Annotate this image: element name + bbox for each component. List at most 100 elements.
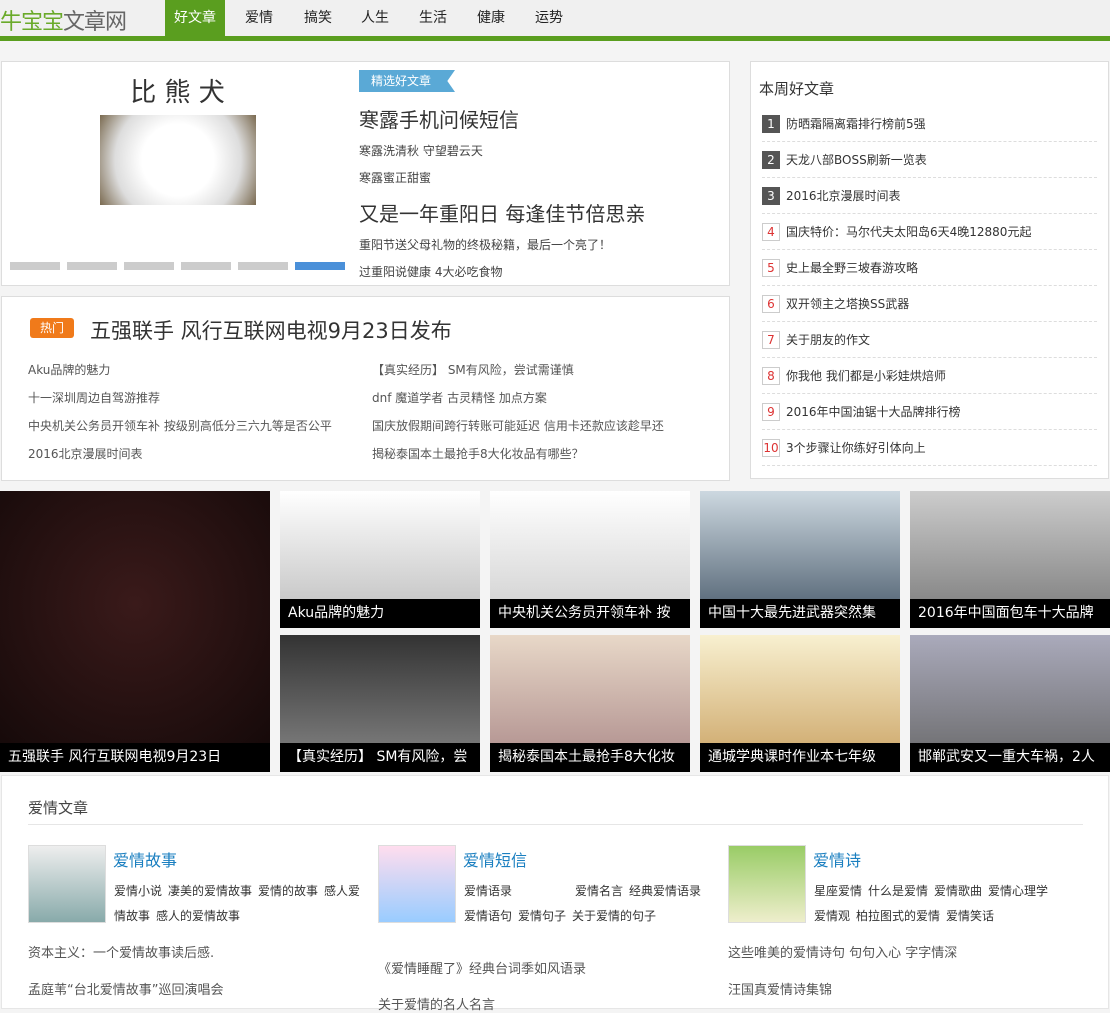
weekly-item[interactable]: 9 2016年中国油锯十大品牌排行榜 bbox=[762, 394, 1097, 430]
rank-number: 7 bbox=[762, 331, 780, 349]
slider-dot[interactable] bbox=[181, 262, 231, 270]
article-link[interactable]: 孟庭苇“台北爱情故事”巡回演唱会 bbox=[28, 979, 223, 998]
tile-caption: 五强联手 风行互联网电视9月23日 bbox=[0, 743, 270, 772]
slider-dot[interactable] bbox=[124, 262, 174, 270]
link[interactable]: 过重阳说健康 4大必吃食物 bbox=[359, 263, 502, 280]
category-image[interactable] bbox=[28, 845, 106, 923]
tag-link[interactable]: 凄美的爱情故事 bbox=[168, 884, 252, 898]
weekly-item-text: 防晒霜隔离霜排行榜前5强 bbox=[786, 117, 926, 131]
article-link[interactable]: 《爱情睡醒了》经典台词季如风语录 bbox=[378, 958, 586, 977]
tag-link[interactable]: 感人的爱情故事 bbox=[156, 909, 240, 923]
nav-item[interactable]: 健康 bbox=[468, 0, 514, 36]
article-link[interactable]: 关于爱情的名人名言 bbox=[378, 994, 495, 1013]
tag-link[interactable]: 星座爱情 bbox=[814, 884, 862, 898]
gallery-big-tile[interactable]: 五强联手 风行互联网电视9月23日 bbox=[0, 491, 270, 772]
gallery-tile[interactable]: 【真实经历】 SM有风险，尝 bbox=[280, 635, 480, 772]
weekly-item[interactable]: 2 天龙八部BOSS刷新一览表 bbox=[762, 142, 1097, 178]
gallery-tile[interactable]: 揭秘泰国本土最抢手8大化妆 bbox=[490, 635, 690, 772]
link[interactable]: 寒露蜜正甜蜜 bbox=[359, 169, 431, 186]
weekly-title: 本周好文章 bbox=[759, 80, 835, 98]
nav-item[interactable]: 人生 bbox=[352, 0, 398, 36]
category-name[interactable]: 爱情短信 bbox=[463, 847, 527, 871]
hot-link[interactable]: 【真实经历】 SM有风险，尝试需谨慎 bbox=[372, 361, 574, 378]
tag-link[interactable]: 爱情语句 bbox=[464, 909, 512, 923]
hot-title[interactable]: 五强联手 风行互联网电视9月23日发布 bbox=[90, 315, 452, 345]
tile-caption: Aku品牌的魅力 bbox=[280, 599, 480, 628]
category-name[interactable]: 爱情诗 bbox=[813, 847, 861, 871]
gallery-tile[interactable]: Aku品牌的魅力 bbox=[280, 491, 480, 628]
gallery-tile[interactable]: 2016年中国面包车十大品牌 bbox=[910, 491, 1110, 628]
link[interactable]: 寒露洗清秋 守望碧云天 bbox=[359, 142, 483, 159]
weekly-item[interactable]: 10 3个步骤让你练好引体向上 bbox=[762, 430, 1097, 466]
nav-underline bbox=[0, 36, 1110, 41]
weekly-item-text: 3个步骤让你练好引体向上 bbox=[786, 441, 926, 455]
weekly-item[interactable]: 3 2016北京漫展时间表 bbox=[762, 178, 1097, 214]
hot-link[interactable]: 揭秘泰国本土最抢手8大化妆品有哪些？ bbox=[372, 445, 584, 462]
weekly-item[interactable]: 4 国庆特价：马尔代夫太阳岛6天4晚12880元起 bbox=[762, 214, 1097, 250]
category-image[interactable] bbox=[728, 845, 806, 923]
tag-link[interactable]: 经典爱情语录 bbox=[629, 884, 701, 898]
category-name[interactable]: 爱情故事 bbox=[113, 847, 177, 871]
tile-caption: 中央机关公务员开领车补 按 bbox=[490, 599, 690, 628]
tag-link[interactable]: 爱情的故事 bbox=[258, 884, 318, 898]
slider-dot[interactable] bbox=[10, 262, 60, 270]
headline-2[interactable]: 又是一年重阳日 每逢佳节倍思亲 bbox=[359, 198, 645, 227]
slider-dot[interactable] bbox=[238, 262, 288, 270]
rank-number: 9 bbox=[762, 403, 780, 421]
gallery-tile[interactable]: 通城学典课时作业本七年级 bbox=[700, 635, 900, 772]
tag-link[interactable]: 爱情观 bbox=[814, 909, 850, 923]
link[interactable]: 重阳节送父母礼物的终极秘籍，最后一个亮了！ bbox=[359, 236, 611, 253]
article-link[interactable]: 汪国真爱情诗集锦 bbox=[728, 979, 832, 998]
slider-dot[interactable] bbox=[67, 262, 117, 270]
tag-link[interactable]: 爱情句子 bbox=[518, 909, 566, 923]
article-link[interactable]: 资本主义：一个爱情故事读后感. bbox=[28, 942, 214, 961]
hot-link[interactable]: 中央机关公务员开领车补 按级别高低分三六九等是否公平 bbox=[28, 417, 332, 434]
hot-link[interactable]: 2016北京漫展时间表 bbox=[28, 445, 143, 462]
love-title: 爱情文章 bbox=[28, 799, 89, 817]
nav-item[interactable]: 生活 bbox=[410, 0, 456, 36]
hot-badge: 热门 bbox=[30, 318, 74, 338]
gallery-tile[interactable]: 中央机关公务员开领车补 按 bbox=[490, 491, 690, 628]
tag-link[interactable]: 爱情语录 bbox=[464, 884, 512, 898]
tag-link[interactable]: 什么是爱情 bbox=[868, 884, 928, 898]
featured-badge: 精选好文章 bbox=[359, 70, 455, 92]
rank-number: 1 bbox=[762, 115, 780, 133]
hot-link[interactable]: 十一深圳周边自驾游推荐 bbox=[28, 389, 160, 406]
logo[interactable]: 牛宝宝文章网 bbox=[0, 4, 127, 36]
rank-number: 4 bbox=[762, 223, 780, 241]
tag-link[interactable]: 爱情小说 bbox=[114, 884, 162, 898]
hot-link[interactable]: 国庆放假期间跨行转账可能延迟 信用卡还款应该趁早还 bbox=[372, 417, 664, 434]
weekly-item-text: 2016北京漫展时间表 bbox=[786, 189, 901, 203]
weekly-item[interactable]: 8 你我他 我们都是小彩娃烘焙师 bbox=[762, 358, 1097, 394]
article-link[interactable]: 这些唯美的爱情诗句 句句入心 字字情深 bbox=[728, 942, 957, 961]
hot-link[interactable]: dnf 魔道学者 古灵精怪 加点方案 bbox=[372, 389, 547, 406]
slider-image[interactable]: 比 熊 犬 bbox=[10, 66, 345, 256]
weekly-item[interactable]: 5 史上最全野三坡春游攻略 bbox=[762, 250, 1097, 286]
weekly-item[interactable]: 7 关于朋友的作文 bbox=[762, 322, 1097, 358]
weekly-item[interactable]: 1 防晒霜隔离霜排行榜前5强 bbox=[762, 106, 1097, 142]
tile-caption: 揭秘泰国本土最抢手8大化妆 bbox=[490, 743, 690, 772]
tag-link[interactable]: 爱情心理学 bbox=[988, 884, 1048, 898]
nav-item[interactable]: 搞笑 bbox=[295, 0, 341, 36]
nav-item[interactable]: 好文章 bbox=[165, 0, 225, 36]
tile-caption: 邯郸武安又一重大车祸，2人 bbox=[910, 743, 1110, 772]
nav-item[interactable]: 运势 bbox=[526, 0, 572, 36]
tag-link[interactable]: 关于爱情的句子 bbox=[572, 909, 656, 923]
tag-link[interactable]: 柏拉图式的爱情 bbox=[856, 909, 940, 923]
slider-dot[interactable] bbox=[295, 262, 345, 270]
rank-number: 5 bbox=[762, 259, 780, 277]
tag-link[interactable]: 爱情名言 bbox=[575, 884, 623, 898]
tag-link[interactable]: 爱情歌曲 bbox=[934, 884, 982, 898]
tag-link[interactable]: 爱情笑话 bbox=[946, 909, 994, 923]
category-image[interactable] bbox=[378, 845, 456, 923]
nav-item[interactable]: 爱情 bbox=[236, 0, 282, 36]
weekly-item-text: 国庆特价：马尔代夫太阳岛6天4晚12880元起 bbox=[786, 225, 1032, 239]
hot-link[interactable]: Aku品牌的魅力 bbox=[28, 361, 110, 378]
gallery-tile[interactable]: 邯郸武安又一重大车祸，2人 bbox=[910, 635, 1110, 772]
rank-number: 3 bbox=[762, 187, 780, 205]
rank-number: 10 bbox=[762, 439, 780, 457]
tile-caption: 中国十大最先进武器突然集 bbox=[700, 599, 900, 628]
headline-1[interactable]: 寒露手机问候短信 bbox=[359, 104, 519, 133]
gallery-tile[interactable]: 中国十大最先进武器突然集 bbox=[700, 491, 900, 628]
weekly-item[interactable]: 6 双开领主之塔换SS武器 bbox=[762, 286, 1097, 322]
